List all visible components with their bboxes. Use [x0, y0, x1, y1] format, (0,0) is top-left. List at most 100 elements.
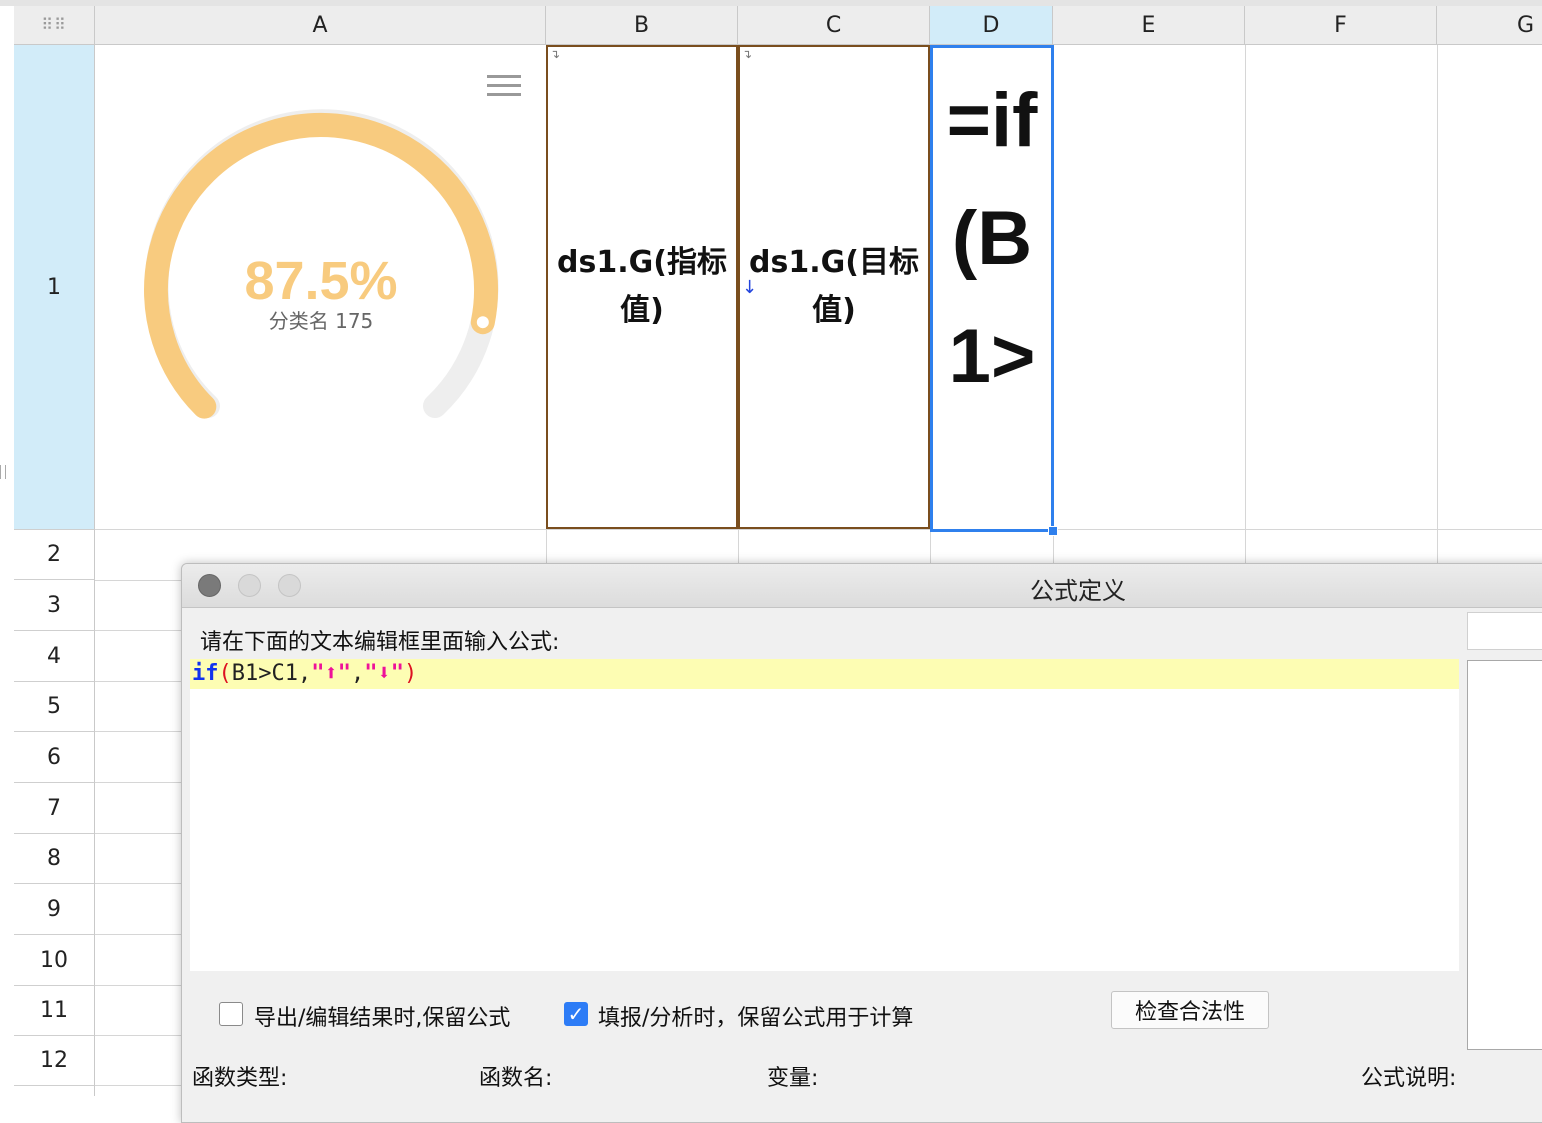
zoom-window-button[interactable] [278, 574, 301, 597]
cell-d1-text: =if(B1> [946, 78, 1038, 399]
column-header-b[interactable]: B [546, 6, 738, 45]
resize-handle[interactable] [0, 465, 6, 479]
grid-dots-icon: ⠿⠿ [41, 15, 67, 34]
row-label: 10 [40, 947, 68, 973]
formula-string: "⬇" [364, 661, 404, 686]
row-header-8[interactable]: 8 [14, 834, 95, 884]
grid-line [95, 580, 185, 581]
formula-description-label: 公式说明: [1361, 1066, 1457, 1091]
expand-down-arrow-icon: ↓ [742, 277, 758, 298]
column-label: E [1141, 12, 1156, 38]
column-header-a[interactable]: A [95, 6, 546, 45]
row-header-1[interactable]: 1 [14, 45, 95, 530]
column-label: G [1516, 12, 1534, 38]
row-label: 6 [47, 744, 61, 770]
column-label: B [633, 12, 650, 38]
row-header-6[interactable]: 6 [14, 732, 95, 783]
fill-handle[interactable] [1048, 526, 1058, 536]
cell-c1-text: ds1.G(目标值) [749, 245, 919, 328]
grid-line [95, 985, 185, 986]
keep-formula-export-checkbox[interactable] [219, 1002, 243, 1026]
grid-line [95, 1035, 185, 1036]
row-label: 11 [40, 998, 68, 1023]
grid-line [95, 681, 185, 682]
expand-marker-icon: ↴ [742, 47, 753, 61]
column-label: F [1334, 12, 1347, 38]
hamburger-menu-icon[interactable] [487, 73, 521, 99]
side-list-panel[interactable] [1467, 660, 1542, 1050]
grid-line [95, 883, 185, 884]
formula-dialog: 公式定义 请在下面的文本编辑框里面输入公式: if(B1>C1,"⬆","⬇")… [181, 563, 1542, 1123]
row-header-10[interactable]: 10 [14, 935, 95, 986]
column-header-c[interactable]: C [738, 6, 930, 45]
grid-line [1245, 45, 1246, 565]
formula-keyword: if [192, 661, 219, 686]
row-header-3[interactable]: 3 [14, 580, 95, 631]
gauge-chart: 87.5% 分类名 175 [144, 109, 499, 419]
row-header-4[interactable]: 4 [14, 631, 95, 682]
grid-line [1437, 45, 1438, 565]
grid-line [95, 934, 185, 935]
cell-b1-text: ds1.G(指标值) [557, 245, 727, 328]
column-label: A [312, 12, 328, 38]
close-window-button[interactable] [198, 574, 221, 597]
keep-formula-export-label: 导出/编辑结果时,保留公式 [254, 1006, 511, 1031]
row-label: 9 [47, 896, 61, 922]
row-label: 1 [47, 274, 61, 300]
grid-line [95, 1085, 185, 1086]
formula-editor[interactable]: if(B1>C1,"⬆","⬇") [190, 659, 1459, 971]
formula-args: B1>C1, [231, 661, 312, 686]
formula-paren: ) [403, 661, 418, 686]
gauge-knob [472, 312, 493, 333]
keep-formula-fill-label: 填报/分析时，保留公式用于计算 [598, 1006, 914, 1031]
expand-marker-icon: ↴ [550, 47, 561, 61]
column-header-f[interactable]: F [1245, 6, 1437, 45]
cell-b1[interactable]: ds1.G(指标值) ↴ [546, 45, 738, 529]
row-header-9[interactable]: 9 [14, 884, 95, 935]
formula-text: if(B1>C1,"⬆","⬇") [192, 660, 417, 688]
dialog-title: 公式定义 [1030, 577, 1126, 605]
keep-formula-fill-checkbox[interactable]: ✓ [564, 1002, 588, 1026]
minimize-window-button[interactable] [238, 574, 261, 597]
cell-a1-gauge[interactable]: 87.5% 分类名 175 [95, 45, 546, 529]
column-header-e[interactable]: E [1053, 6, 1245, 45]
row-label: 3 [47, 592, 61, 618]
row-label: 4 [47, 643, 61, 669]
row-label: 5 [47, 694, 61, 719]
row-label: 7 [47, 795, 61, 821]
row-header-12[interactable]: 12 [14, 1036, 95, 1086]
check-validity-button[interactable]: 检查合法性 [1111, 991, 1269, 1029]
select-all-corner[interactable]: ⠿⠿ [14, 6, 95, 45]
function-type-label: 函数类型: [192, 1066, 288, 1091]
grid-line [95, 833, 185, 834]
grid-line [95, 630, 185, 631]
formula-comma: , [350, 661, 365, 686]
row-label: 8 [47, 846, 61, 871]
function-name-label: 函数名: [479, 1066, 553, 1091]
gauge-label: 分类名 175 [269, 309, 374, 333]
column-label: C [825, 12, 842, 38]
column-header-g[interactable]: G [1437, 6, 1542, 45]
cell-c1[interactable]: ds1.G(目标值) ↴ ↓ [738, 45, 930, 529]
row-label: 12 [40, 1048, 68, 1073]
row-header-13 [14, 1086, 95, 1096]
row-header-2[interactable]: 2 [14, 530, 95, 580]
row-header-5[interactable]: 5 [14, 682, 95, 732]
formula-paren: ( [218, 661, 232, 686]
grid-line [95, 529, 1542, 530]
formula-prompt: 请在下面的文本编辑框里面输入公式: [200, 630, 560, 655]
cell-d1-selected[interactable]: =if(B1> [930, 45, 1054, 532]
variable-label: 变量: [767, 1066, 819, 1091]
row-header-7[interactable]: 7 [14, 783, 95, 834]
column-header-d[interactable]: D [930, 6, 1053, 45]
row-header-11[interactable]: 11 [14, 986, 95, 1036]
row-label: 2 [47, 542, 61, 567]
grid-line [95, 731, 185, 732]
column-label: D [982, 12, 1000, 38]
side-search-field[interactable] [1467, 612, 1542, 650]
formula-string: "⬆" [311, 661, 351, 686]
gauge-value-text: 87.5% [244, 251, 397, 311]
checkmark-icon: ✓ [567, 1002, 585, 1026]
grid-line [95, 782, 185, 783]
dialog-titlebar: 公式定义 [182, 564, 1542, 608]
